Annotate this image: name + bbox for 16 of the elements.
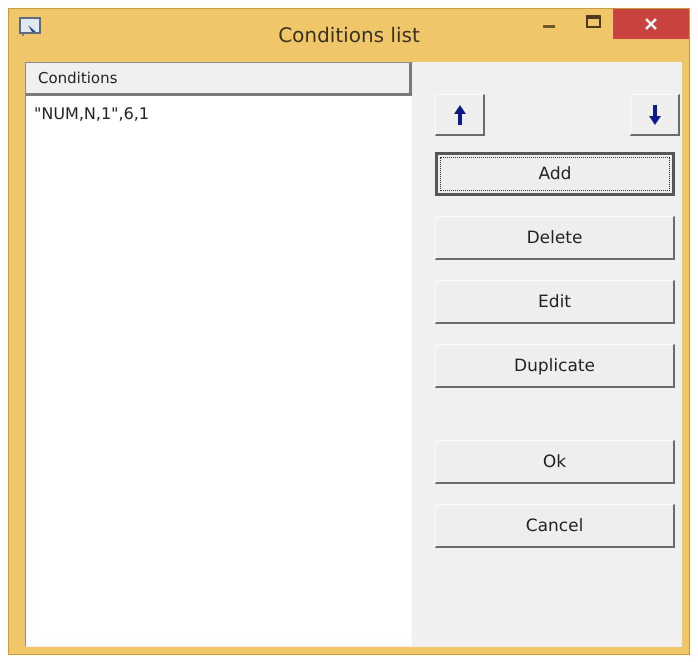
down-arrow-icon: [648, 104, 660, 124]
app-icon: [19, 17, 41, 37]
close-icon: [644, 17, 658, 31]
dialog-button[interactable]: Cancel: [435, 504, 675, 548]
dialog-button[interactable]: Add: [435, 152, 675, 196]
column-header[interactable]: Conditions: [26, 63, 412, 96]
dialog-button[interactable]: Delete: [435, 216, 675, 260]
close-button[interactable]: [613, 9, 689, 39]
window-title: Conditions list: [278, 23, 420, 47]
dialog-button[interactable]: Ok: [435, 440, 675, 484]
up-arrow-icon: [454, 104, 466, 124]
move-down-button[interactable]: [630, 94, 680, 136]
dialog-button[interactable]: Edit: [435, 280, 675, 324]
move-up-button[interactable]: [435, 94, 485, 136]
dialog-button[interactable]: Duplicate: [435, 344, 675, 388]
list-item[interactable]: "NUM,N,1",6,1: [26, 96, 412, 123]
